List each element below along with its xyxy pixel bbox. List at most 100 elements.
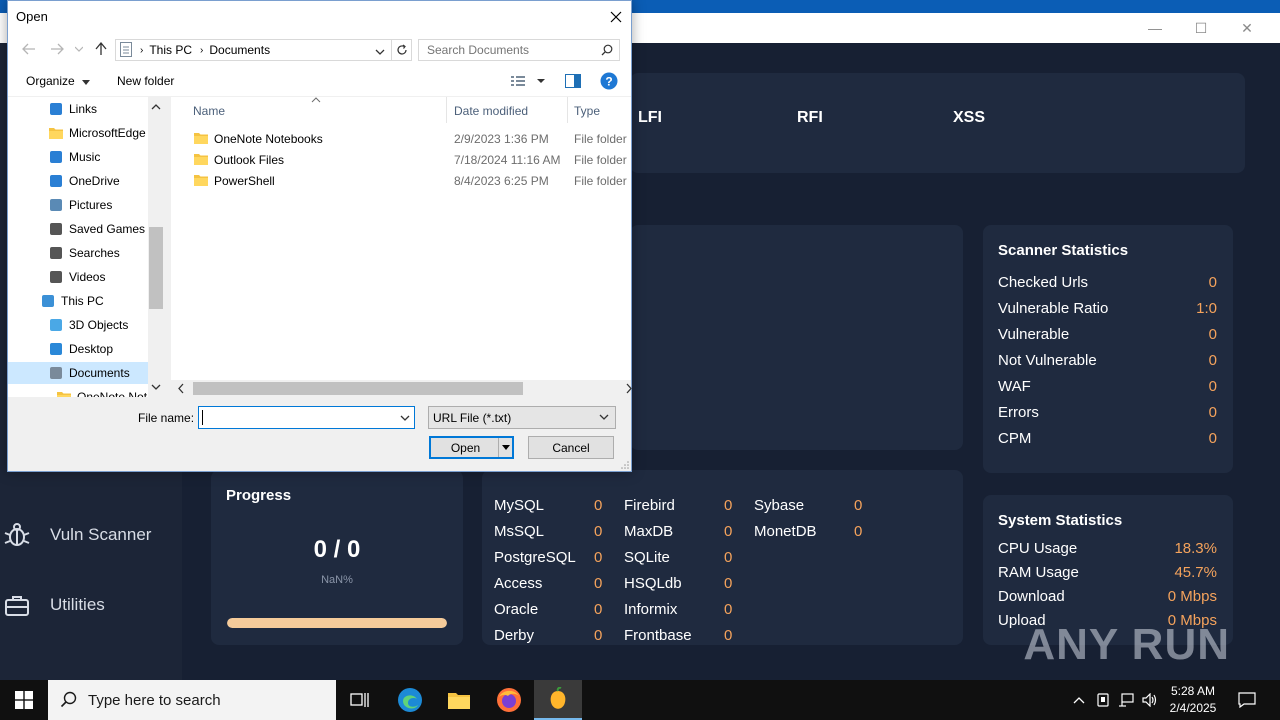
chevron-down-icon: [400, 415, 410, 421]
tree-item-this-pc[interactable]: This PC: [40, 290, 104, 312]
taskbar-firefox[interactable]: [485, 680, 533, 720]
edge-icon: [398, 688, 422, 712]
resize-grip-icon: [621, 461, 629, 469]
tree-item-microsoftedge[interactable]: MicrosoftEdge: [48, 122, 146, 144]
view-options-button[interactable]: [511, 75, 545, 90]
tab-lfi[interactable]: LFI: [638, 109, 662, 127]
minimize-button[interactable]: —: [1132, 13, 1178, 43]
column-header-type[interactable]: Type: [574, 104, 600, 118]
file-list: Name Date modified Type OneNote Notebook…: [171, 97, 631, 397]
file-name-label: File name:: [138, 411, 195, 425]
scrollbar-thumb[interactable]: [193, 382, 523, 395]
recent-locations-button[interactable]: [70, 40, 88, 58]
db-row-access: Access 0: [494, 575, 603, 592]
db-row-frontbase: Frontbase 0: [624, 627, 733, 644]
windows-logo-icon: [15, 691, 33, 709]
scanner-statistics-title: Scanner Statistics: [998, 242, 1129, 259]
tree-item-3d-objects[interactable]: 3D Objects: [48, 314, 128, 336]
dialog-close-button[interactable]: [601, 1, 631, 32]
scrollbar-thumb[interactable]: [149, 227, 163, 309]
tray-overflow-button[interactable]: [1068, 680, 1090, 720]
close-button[interactable]: ✕: [1224, 13, 1270, 43]
folder-icon: [48, 125, 64, 141]
tree-item-videos[interactable]: Videos: [48, 266, 105, 288]
file-list-horizontal-scrollbar[interactable]: [171, 380, 632, 397]
tree-item-onenote-not[interactable]: OneNote Not: [56, 386, 147, 397]
tree-item-documents[interactable]: Documents: [8, 362, 148, 384]
file-row[interactable]: OneNote Notebooks 2/9/2023 1:36 PM File fo…: [171, 128, 631, 149]
tree-item-label: Saved Games: [69, 222, 146, 236]
arrow-right-icon: [51, 43, 64, 55]
breadcrumb-this-pc[interactable]: This PC: [149, 43, 192, 57]
file-row[interactable]: PowerShell 8/4/2023 6:25 PM File folder: [171, 170, 631, 191]
organize-button[interactable]: Organize: [26, 74, 91, 88]
tab-rfi[interactable]: RFI: [797, 109, 823, 127]
file-row[interactable]: Outlook Files 7/18/2024 11:16 AM File fold…: [171, 149, 631, 170]
sidebar-item-label: Vuln Scanner: [50, 525, 152, 544]
tree-item-desktop[interactable]: Desktop: [48, 338, 113, 360]
tree-item-onedrive[interactable]: OneDrive: [48, 170, 120, 192]
file-type-select[interactable]: URL File (*.txt): [428, 406, 616, 429]
task-view-button[interactable]: [336, 680, 384, 720]
usb-device-icon: [1097, 693, 1109, 707]
tree-item-saved-games[interactable]: Saved Games: [48, 218, 145, 240]
cancel-button[interactable]: Cancel: [528, 436, 614, 459]
search-icon: [601, 44, 613, 59]
open-split-dropdown[interactable]: [498, 438, 512, 457]
tree-item-links[interactable]: Links: [48, 98, 97, 120]
taskbar-file-explorer[interactable]: [435, 680, 483, 720]
up-button[interactable]: [92, 40, 110, 58]
forward-button[interactable]: [48, 40, 66, 58]
chevron-down-icon: [599, 414, 609, 420]
maximize-button[interactable]: ☐: [1178, 13, 1224, 43]
start-button[interactable]: [0, 680, 48, 720]
help-button[interactable]: ?: [600, 72, 618, 93]
file-type: File folder: [574, 174, 627, 188]
preview-pane-icon: [565, 74, 581, 88]
new-folder-button[interactable]: New folder: [117, 74, 174, 88]
sidebar-item-vuln-scanner[interactable]: Vuln Scanner: [0, 513, 182, 557]
bug-icon: [0, 518, 34, 552]
network-icon: [1119, 693, 1134, 707]
pictures-icon: [48, 197, 64, 213]
column-header-name[interactable]: Name: [193, 104, 225, 118]
breadcrumb-documents[interactable]: Documents: [209, 43, 270, 57]
documents-icon: [120, 42, 134, 58]
taskbar-search-box[interactable]: Type here to search: [48, 680, 336, 720]
notifications-button[interactable]: [1232, 680, 1262, 720]
taskbar-scanner-app[interactable]: [534, 680, 582, 720]
search-box: [418, 39, 620, 61]
sidebar-item-utilities[interactable]: Utilities: [0, 583, 182, 627]
firefox-icon: [497, 688, 521, 712]
videos-icon: [48, 269, 64, 285]
preview-pane-button[interactable]: [565, 74, 581, 91]
tab-xss[interactable]: XSS: [953, 109, 985, 127]
computer-icon: [40, 293, 56, 309]
progress-title: Progress: [226, 487, 292, 504]
notification-icon: [1238, 692, 1256, 708]
tree-item-music[interactable]: Music: [48, 146, 100, 168]
progress-bar-fill: [227, 618, 447, 628]
cloud-icon: [48, 173, 64, 189]
scroll-right-icon: [626, 383, 632, 394]
open-button[interactable]: Open: [429, 436, 514, 459]
tray-volume-button[interactable]: [1139, 680, 1161, 720]
taskbar-edge[interactable]: [386, 680, 434, 720]
refresh-button[interactable]: [391, 40, 411, 60]
dialog-titlebar: Open: [8, 1, 631, 32]
file-name-combobox[interactable]: [198, 406, 415, 429]
column-header-date[interactable]: Date modified: [454, 104, 528, 118]
tree-item-label: This PC: [61, 294, 104, 308]
address-bar[interactable]: › This PC › Documents: [115, 39, 412, 61]
taskbar-clock[interactable]: 5:28 AM 2/4/2025: [1160, 683, 1226, 717]
navigation-tree: Links MicrosoftEdge Music OneDrive Pictures S…: [8, 97, 163, 397]
search-input[interactable]: [427, 43, 597, 57]
back-button[interactable]: [20, 40, 38, 58]
tree-vertical-scrollbar[interactable]: [148, 97, 164, 397]
tree-item-searches[interactable]: Searches: [48, 242, 120, 264]
address-dropdown-button[interactable]: [375, 45, 385, 59]
tray-network-button[interactable]: [1115, 680, 1137, 720]
tray-device-button[interactable]: [1092, 680, 1114, 720]
file-type: File folder: [574, 153, 627, 167]
tree-item-pictures[interactable]: Pictures: [48, 194, 112, 216]
